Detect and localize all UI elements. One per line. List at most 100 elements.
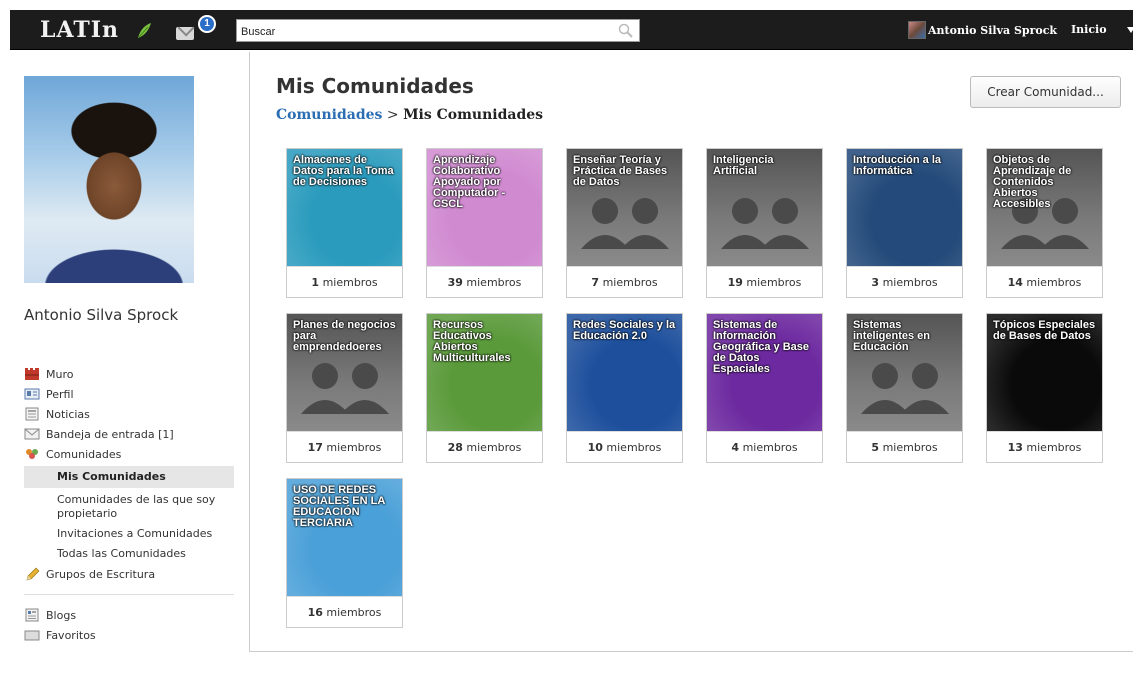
- community-image[interactable]: Tópicos Especiales de Bases de Datos: [987, 314, 1102, 431]
- community-card[interactable]: Redes Sociales y la Educación 2.0 10 miem…: [566, 313, 683, 463]
- member-count-label: miembros: [462, 441, 522, 454]
- community-card[interactable]: Enseñar Teoría y Práctica de Bases de Da…: [566, 148, 683, 298]
- community-member-count: 28 miembros: [427, 431, 542, 462]
- community-card[interactable]: Sistemas de Información Geográfica y Bas…: [706, 313, 823, 463]
- search-icon[interactable]: [617, 22, 635, 39]
- sidebar-subitem-propietario[interactable]: Comunidades de las que soy propietario: [24, 490, 234, 524]
- member-count-label: miembros: [742, 276, 802, 289]
- community-title[interactable]: Sistemas de Información Geográfica y Bas…: [713, 320, 816, 375]
- sidebar-item-label: Blogs: [46, 608, 77, 622]
- search-box: [236, 19, 640, 43]
- community-image[interactable]: Almacenes de Datos para la Toma de Decis…: [287, 149, 402, 266]
- community-image[interactable]: Objetos de Aprendizaje de Contenidos Abi…: [987, 149, 1102, 266]
- sidebar-subitem-invitaciones[interactable]: Invitaciones a Comunidades: [24, 524, 234, 544]
- pencil-icon: [26, 567, 40, 581]
- sidebar-item-muro[interactable]: Muro: [24, 364, 234, 384]
- community-member-count: 3 miembros: [847, 266, 962, 297]
- community-title[interactable]: Objetos de Aprendizaje de Contenidos Abi…: [993, 155, 1096, 210]
- member-count-number: 3: [871, 276, 880, 289]
- blog-icon: [25, 608, 39, 622]
- member-count-number: 5: [871, 441, 880, 454]
- sidebar-item-noticias[interactable]: Noticias: [24, 404, 234, 424]
- sidebar-subitem-mis-comunidades[interactable]: Mis Comunidades: [24, 466, 234, 488]
- community-title[interactable]: USO DE REDES SOCIALES EN LA EDUCACIÓN TE…: [293, 485, 396, 529]
- community-card[interactable]: Objetos de Aprendizaje de Contenidos Abi…: [986, 148, 1103, 298]
- community-member-count: 10 miembros: [567, 431, 682, 462]
- breadcrumb-current: Mis Comunidades: [403, 107, 544, 123]
- member-count-number: 16: [307, 606, 323, 619]
- community-title[interactable]: Recursos Educativos Abiertos Multicultur…: [433, 320, 536, 364]
- member-count-label: miembros: [599, 276, 658, 289]
- community-card[interactable]: Aprendizaje Colaborativo Apoyado por Com…: [426, 148, 543, 298]
- community-title[interactable]: Aprendizaje Colaborativo Apoyado por Com…: [433, 155, 536, 210]
- logo[interactable]: LATIn: [40, 17, 119, 43]
- community-card[interactable]: Inteligencia Artificial 19 miembros: [706, 148, 823, 298]
- community-image[interactable]: Planes de negocios para emprendedoeres: [287, 314, 402, 431]
- community-image[interactable]: Introducción a la Informática: [847, 149, 962, 266]
- breadcrumb-link-comunidades[interactable]: Comunidades: [276, 107, 382, 123]
- community-card[interactable]: USO DE REDES SOCIALES EN LA EDUCACIÓN TE…: [286, 478, 403, 628]
- member-count-number: 39: [447, 276, 463, 289]
- sidebar-subitem-todas[interactable]: Todas las Comunidades: [24, 544, 234, 564]
- sidebar-divider: [24, 594, 234, 595]
- community-title[interactable]: Inteligencia Artificial: [713, 155, 816, 177]
- breadcrumb-separator: >: [386, 107, 399, 123]
- community-title[interactable]: Redes Sociales y la Educación 2.0: [573, 320, 676, 342]
- inbox-icon: [24, 428, 40, 440]
- member-count-label: miembros: [319, 276, 378, 289]
- community-card[interactable]: Recursos Educativos Abiertos Multicultur…: [426, 313, 543, 463]
- sidebar-item-blogs[interactable]: Blogs: [24, 605, 234, 625]
- user-name: Antonio Silva Sprock: [928, 23, 1058, 37]
- member-count-number: 14: [1007, 276, 1023, 289]
- community-title[interactable]: Introducción a la Informática: [853, 155, 956, 177]
- page-title: Mis Comunidades: [276, 74, 474, 98]
- member-count-label: miembros: [1022, 441, 1082, 454]
- sidebar-item-bandeja[interactable]: Bandeja de entrada [1]: [24, 424, 234, 444]
- home-link[interactable]: Inicio: [1071, 23, 1107, 36]
- community-image[interactable]: USO DE REDES SOCIALES EN LA EDUCACIÓN TE…: [287, 479, 402, 596]
- community-card[interactable]: Introducción a la Informática 3 miembros: [846, 148, 963, 298]
- community-card[interactable]: Almacenes de Datos para la Toma de Decis…: [286, 148, 403, 298]
- community-member-count: 14 miembros: [987, 266, 1102, 297]
- community-title[interactable]: Planes de negocios para emprendedoeres: [293, 320, 396, 353]
- member-count-label: miembros: [879, 276, 938, 289]
- community-title[interactable]: Enseñar Teoría y Práctica de Bases de Da…: [573, 155, 676, 188]
- sidebar-item-favoritos[interactable]: Favoritos: [24, 625, 234, 645]
- chevron-down-icon[interactable]: [1127, 27, 1133, 33]
- sidebar-item-grupos-escritura[interactable]: Grupos de Escritura: [24, 564, 234, 584]
- notification-badge[interactable]: 1: [198, 15, 216, 33]
- member-count-number: 4: [731, 441, 740, 454]
- mail-icon[interactable]: [176, 27, 194, 40]
- community-image[interactable]: Inteligencia Artificial: [707, 149, 822, 266]
- sidebar-item-perfil[interactable]: Perfil: [24, 384, 234, 404]
- community-member-count: 19 miembros: [707, 266, 822, 297]
- community-image[interactable]: Enseñar Teoría y Práctica de Bases de Da…: [567, 149, 682, 266]
- community-image[interactable]: Sistemas inteligentes en Educación: [847, 314, 962, 431]
- sidebar-nav: Muro Perfil Noticias Bandeja de entrada …: [24, 364, 234, 645]
- community-title[interactable]: Tópicos Especiales de Bases de Datos: [993, 320, 1096, 342]
- community-image[interactable]: Sistemas de Información Geográfica y Bas…: [707, 314, 822, 431]
- community-image[interactable]: Aprendizaje Colaborativo Apoyado por Com…: [427, 149, 542, 266]
- community-image[interactable]: Redes Sociales y la Educación 2.0: [567, 314, 682, 431]
- wall-icon: [25, 368, 39, 380]
- community-card[interactable]: Tópicos Especiales de Bases de Datos 13 m…: [986, 313, 1103, 463]
- community-card[interactable]: Sistemas inteligentes en Educación 5 miem…: [846, 313, 963, 463]
- member-count-number: 28: [447, 441, 463, 454]
- breadcrumb: Comunidades > Mis Comunidades: [276, 107, 543, 123]
- community-card[interactable]: Planes de negocios para emprendedoeres 17…: [286, 313, 403, 463]
- member-count-label: miembros: [1022, 276, 1082, 289]
- news-icon: [25, 407, 39, 421]
- community-member-count: 1 miembros: [287, 266, 402, 297]
- sidebar-item-comunidades[interactable]: Comunidades: [24, 444, 234, 464]
- member-count-label: miembros: [602, 441, 662, 454]
- create-community-button[interactable]: Crear Comunidad...: [970, 76, 1121, 108]
- community-title[interactable]: Almacenes de Datos para la Toma de Decis…: [293, 155, 396, 188]
- sidebar-item-label: Favoritos: [46, 628, 96, 642]
- community-title[interactable]: Sistemas inteligentes en Educación: [853, 320, 956, 353]
- community-image[interactable]: Recursos Educativos Abiertos Multicultur…: [427, 314, 542, 431]
- sidebar-item-label: Noticias: [46, 407, 90, 421]
- member-count-number: 13: [1007, 441, 1023, 454]
- top-bar: LATIn 1 Antonio Silva Sprock Inicio: [10, 10, 1133, 50]
- user-menu[interactable]: Antonio Silva Sprock: [908, 21, 1057, 39]
- search-input[interactable]: [237, 21, 607, 43]
